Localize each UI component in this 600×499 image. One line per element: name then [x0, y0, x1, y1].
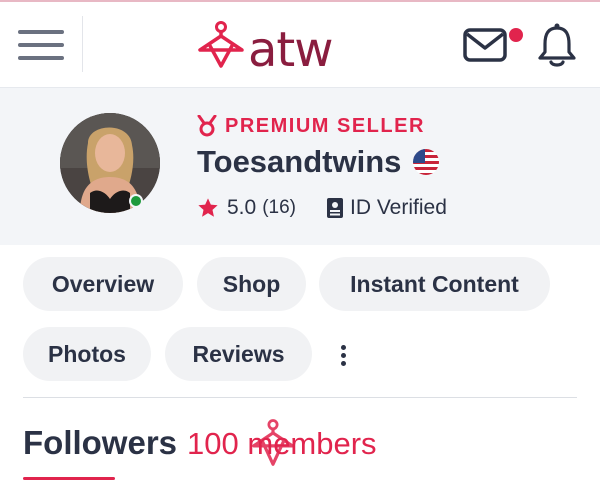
followers-heading: Followers 100 members — [23, 424, 377, 462]
seller-meta: 5.0 (16) ID Verified — [197, 196, 447, 220]
tab-instant-content[interactable]: Instant Content — [319, 257, 550, 311]
menu-button[interactable] — [14, 22, 68, 66]
section-divider — [23, 397, 577, 398]
tab-shop[interactable]: Shop — [197, 257, 306, 311]
section-title: Followers — [23, 424, 178, 461]
review-count[interactable]: (16) — [262, 197, 296, 219]
medal-icon — [197, 115, 217, 137]
unread-indicator — [509, 28, 523, 42]
more-dot — [341, 353, 346, 358]
logo-text: atw — [248, 22, 333, 78]
badge-label: PREMIUM SELLER — [225, 114, 425, 137]
id-verified-label: ID Verified — [350, 196, 447, 219]
seller-name-row: Toesandtwins — [197, 144, 440, 180]
tab-photos[interactable]: Photos — [23, 327, 151, 381]
hanger-watermark-icon — [252, 419, 294, 466]
premium-seller-badge: PREMIUM SELLER — [197, 114, 425, 138]
messages-button[interactable] — [463, 28, 507, 67]
envelope-icon — [463, 28, 507, 62]
hanger-logo-icon — [198, 21, 244, 68]
bell-icon — [538, 23, 576, 67]
app-header: atw — [0, 2, 600, 88]
more-dot — [341, 345, 346, 350]
more-options-button[interactable] — [330, 340, 358, 370]
active-section-underline — [23, 477, 115, 480]
avatar[interactable] — [60, 113, 160, 213]
rating-value: 5.0 — [227, 196, 257, 219]
star-icon — [198, 198, 218, 217]
profile-card: PREMIUM SELLER Toesandtwins 5.0 (16) ID … — [0, 88, 600, 245]
avatar-photo — [60, 113, 160, 213]
more-dot — [341, 361, 346, 366]
id-card-icon — [327, 198, 343, 218]
site-logo[interactable]: atw — [196, 16, 366, 78]
online-status-dot — [129, 194, 143, 208]
header-divider — [82, 16, 83, 72]
menu-bar — [18, 56, 64, 60]
tab-reviews[interactable]: Reviews — [165, 327, 312, 381]
us-flag-icon — [413, 149, 440, 175]
seller-username[interactable]: Toesandtwins — [197, 144, 401, 180]
menu-bar — [18, 30, 64, 34]
tab-overview[interactable]: Overview — [23, 257, 183, 311]
notifications-button[interactable] — [537, 22, 577, 73]
menu-bar — [18, 43, 64, 47]
